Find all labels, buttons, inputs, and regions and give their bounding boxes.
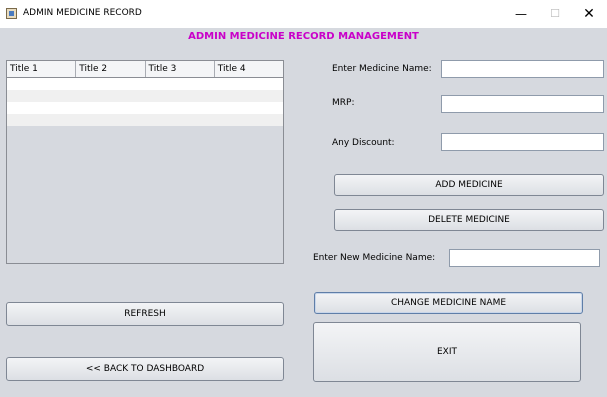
column-header[interactable]: Title 2 bbox=[76, 61, 146, 77]
new-medicine-name-input[interactable] bbox=[449, 249, 600, 267]
column-header[interactable]: Title 3 bbox=[146, 61, 215, 77]
discount-label: Any Discount: bbox=[332, 138, 395, 148]
window-title: ADMIN MEDICINE RECORD bbox=[23, 8, 142, 18]
mrp-label: MRP: bbox=[332, 98, 355, 108]
medicine-name-label: Enter Medicine Name: bbox=[332, 64, 432, 74]
table-row[interactable] bbox=[7, 78, 283, 90]
change-medicine-name-button[interactable]: CHANGE MEDICINE NAME bbox=[314, 292, 583, 314]
minimize-button[interactable]: — bbox=[510, 5, 532, 23]
exit-button[interactable]: EXIT bbox=[313, 322, 581, 382]
table-row[interactable] bbox=[7, 102, 283, 114]
add-medicine-button[interactable]: ADD MEDICINE bbox=[334, 174, 604, 196]
refresh-button[interactable]: REFRESH bbox=[6, 302, 284, 326]
close-button[interactable]: ✕ bbox=[578, 5, 600, 23]
title-bar: ADMIN MEDICINE RECORD — ☐ ✕ bbox=[0, 0, 607, 28]
table-row[interactable] bbox=[7, 90, 283, 102]
mrp-input[interactable] bbox=[441, 95, 604, 113]
java-app-icon bbox=[6, 8, 17, 19]
delete-medicine-button[interactable]: DELETE MEDICINE bbox=[334, 209, 604, 231]
column-header[interactable]: Title 4 bbox=[215, 61, 283, 77]
medicine-name-input[interactable] bbox=[441, 60, 604, 78]
medicine-table[interactable]: Title 1 Title 2 Title 3 Title 4 bbox=[6, 60, 284, 264]
maximize-button[interactable]: ☐ bbox=[544, 5, 566, 23]
table-header: Title 1 Title 2 Title 3 Title 4 bbox=[7, 61, 283, 78]
back-to-dashboard-button[interactable]: << BACK TO DASHBOARD bbox=[6, 357, 284, 381]
column-header[interactable]: Title 1 bbox=[7, 61, 77, 77]
page-heading: ADMIN MEDICINE RECORD MANAGEMENT bbox=[188, 31, 419, 42]
discount-input[interactable] bbox=[441, 133, 604, 151]
app-window: ADMIN MEDICINE RECORD — ☐ ✕ ADMIN MEDICI… bbox=[0, 0, 607, 397]
new-medicine-name-label: Enter New Medicine Name: bbox=[313, 253, 436, 263]
table-row[interactable] bbox=[7, 114, 283, 126]
